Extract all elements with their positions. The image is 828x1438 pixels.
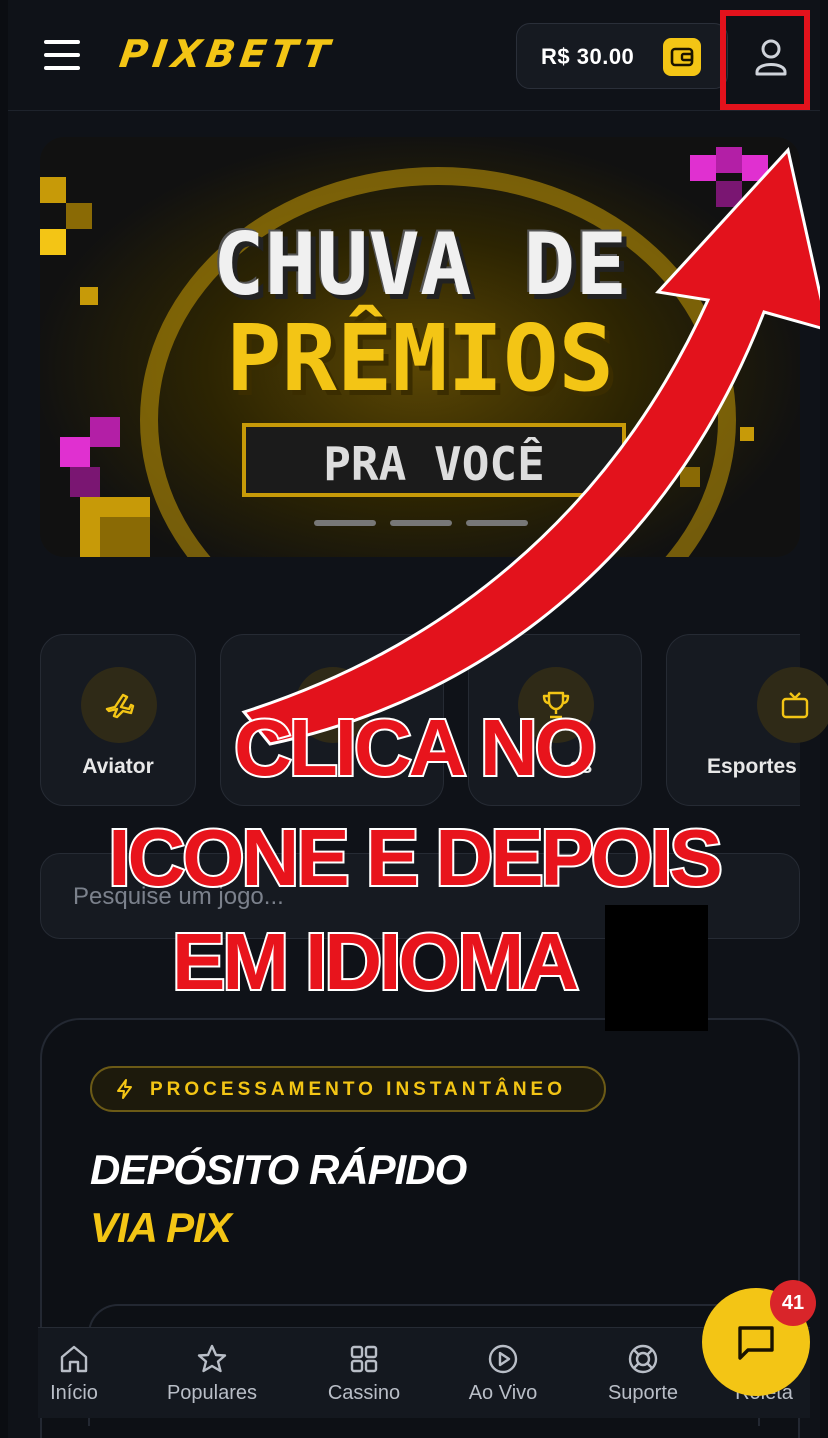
nav-cassino[interactable]: Cassino (304, 1342, 424, 1405)
annotation-line3: EM IDIOMA (170, 915, 581, 1008)
star-icon (197, 1344, 227, 1373)
banner-title-line1: CHUVA DE (212, 215, 628, 315)
nav-label: Populares (166, 1382, 258, 1404)
lifebuoy-icon (628, 1344, 658, 1374)
hamburger-icon[interactable] (44, 40, 80, 70)
promo-banner[interactable]: CHUVA DE PRÊMIOS PRA VOCÊ (40, 137, 800, 557)
nav-label: Ao Vivo (468, 1382, 538, 1404)
promo-title: DEPÓSITO RÁPIDO (90, 1146, 467, 1193)
carousel-dot[interactable] (314, 520, 376, 526)
grid-icon (350, 1345, 378, 1373)
nav-ao-vivo[interactable]: Ao Vivo (443, 1342, 563, 1405)
annotation-line2: ICONE E DEPOIS (106, 811, 724, 904)
balance-button[interactable]: R$ 30.00 (516, 23, 728, 89)
nav-label: Suporte (607, 1382, 679, 1404)
bottom-navigation: Início Populares Cassino Ao Vivo Suporte (38, 1327, 810, 1418)
nav-label: Início (50, 1382, 98, 1404)
logo[interactable]: PIXBETT (117, 32, 337, 76)
wallet-icon[interactable] (663, 38, 701, 76)
banner-subtitle: PRA VOCÊ (323, 437, 545, 491)
top-header: PIXBETT R$ 30.00 (8, 0, 820, 111)
nav-suporte[interactable]: Suporte (583, 1342, 703, 1405)
carousel-dot[interactable] (466, 520, 528, 526)
chat-icon (738, 1326, 774, 1360)
nav-populares[interactable]: Populares (152, 1342, 272, 1405)
play-icon (488, 1344, 518, 1374)
instant-processing-badge: PROCESSAMENTO INSTANTÂNEO (90, 1066, 606, 1112)
lightning-icon (117, 1079, 132, 1099)
annotation-line1: CLICA NO (232, 701, 599, 794)
carousel-dot[interactable] (390, 520, 452, 526)
notification-badge: 41 (770, 1280, 816, 1326)
promo-subtitle: VIA PIX (90, 1204, 232, 1251)
banner-title-line2: PRÊMIOS (226, 305, 614, 412)
nav-label: Cassino (327, 1382, 401, 1404)
balance-amount: R$ 30.00 (541, 44, 635, 69)
banner-subtitle-box: PRA VOCÊ (242, 423, 626, 497)
user-icon-highlight (720, 10, 810, 110)
badge-text: PROCESSAMENTO INSTANTÂNEO (150, 1079, 566, 1100)
home-icon (60, 1345, 88, 1373)
nav-inicio[interactable]: Início (14, 1342, 134, 1405)
app-page: PIXBETT R$ 30.00 CHUVA DE PRÊMIOS PRA VO… (8, 0, 828, 1438)
